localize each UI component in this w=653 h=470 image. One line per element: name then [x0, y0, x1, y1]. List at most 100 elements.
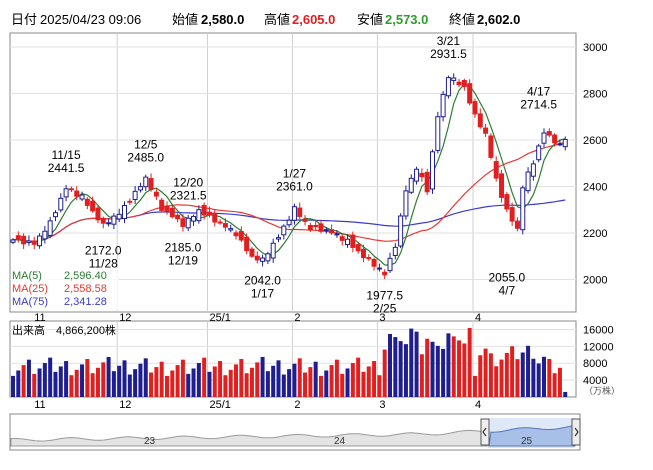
- volume-bar: [547, 359, 552, 397]
- candle-body: [111, 215, 117, 225]
- volume-bar: [563, 391, 568, 397]
- candle-body: [536, 145, 542, 161]
- candle-body: [360, 248, 366, 259]
- volume-bar: [149, 372, 154, 397]
- volume-bar: [403, 344, 408, 397]
- low-label: 安値: [357, 12, 383, 27]
- annotation-value: 2185.0: [165, 240, 202, 254]
- candle-body: [100, 217, 106, 224]
- volume-bar: [483, 348, 488, 397]
- volume-bar: [175, 365, 180, 397]
- volume-bar: [287, 369, 292, 397]
- candle-body: [260, 257, 266, 262]
- volume-bar: [446, 333, 451, 397]
- candle-body: [265, 253, 271, 262]
- volume-bar: [504, 352, 509, 397]
- candle-body: [286, 219, 292, 226]
- candle-body: [281, 225, 287, 236]
- volume-bar: [26, 359, 31, 397]
- volume-tick-label: 16000: [583, 324, 614, 336]
- header: 日付 2025/04/23 09:06 始値 2,580.0 高値 2,605.…: [11, 12, 520, 27]
- volume-bar: [510, 346, 515, 397]
- month-label: 2: [294, 312, 300, 324]
- annotation-date: 4/7: [498, 284, 515, 298]
- candle-body: [461, 80, 467, 87]
- volume-bar: [297, 358, 302, 397]
- annotation-value: 2714.5: [520, 97, 557, 111]
- candle-body: [26, 240, 32, 243]
- price-tick-label: 2800: [583, 88, 607, 100]
- high-value: 2,605.0: [292, 12, 335, 27]
- volume-bar: [106, 356, 111, 397]
- candle-body: [392, 246, 398, 257]
- candle-body: [169, 207, 175, 218]
- volume-bar: [457, 340, 462, 397]
- annotation-date: 1/27: [283, 167, 307, 181]
- candle-body: [552, 134, 558, 144]
- volume-bar: [303, 372, 308, 397]
- candle-body: [233, 232, 239, 237]
- annotation-value: 2441.5: [48, 161, 85, 175]
- volume-bar: [143, 358, 148, 397]
- candle-body: [334, 233, 340, 236]
- volume-bar: [499, 359, 504, 397]
- candle-body: [451, 77, 457, 81]
- volume-bar: [48, 357, 53, 397]
- ma25-legend-label: MA(25): [12, 283, 48, 295]
- candle-body: [429, 151, 435, 190]
- candle-body: [488, 135, 494, 158]
- volume-bar: [430, 341, 435, 397]
- navigator-label-23: 23: [144, 436, 156, 447]
- candle-body: [456, 81, 462, 86]
- candle-body: [270, 242, 276, 259]
- volume-bar: [21, 365, 26, 397]
- candle-body: [201, 205, 207, 216]
- ma-legend: MA(5) 2,596.40 MA(25) 2,558.58 MA(75) 2,…: [11, 268, 119, 310]
- candle-body: [148, 178, 154, 190]
- candle-body: [122, 205, 128, 220]
- volume-bar: [467, 327, 472, 397]
- candle-body: [164, 205, 170, 212]
- volume-axis: 400080001200016000: [583, 324, 614, 387]
- volume-bar: [218, 361, 223, 397]
- volume-bar: [372, 361, 377, 397]
- candle-body: [493, 161, 499, 179]
- navigator-left-handle[interactable]: [480, 418, 490, 446]
- volume-bar: [164, 375, 169, 397]
- candle-body: [159, 199, 165, 211]
- candle-body: [525, 171, 531, 192]
- candle-body: [106, 222, 112, 225]
- candle-body: [472, 101, 478, 115]
- candle-body: [127, 200, 133, 203]
- volume-bar: [186, 373, 191, 397]
- volume-unit: （万株）: [584, 385, 620, 396]
- annotation-date: 1/17: [251, 287, 275, 301]
- close-label: 終値: [449, 12, 475, 27]
- candle-body: [143, 176, 149, 188]
- volume-bar: [64, 361, 69, 397]
- volume-bar: [133, 369, 138, 397]
- navigator-label-25: 25: [521, 436, 533, 447]
- volume-bar: [393, 337, 398, 397]
- volume-bar: [366, 366, 371, 397]
- volume-bar: [111, 371, 116, 397]
- volume-bar: [74, 369, 79, 397]
- volume-bar: [478, 355, 483, 397]
- candle-body: [196, 209, 202, 222]
- candle-body: [387, 257, 393, 272]
- candle-body: [153, 191, 159, 197]
- candle-body: [414, 168, 420, 182]
- volume-bar: [329, 365, 334, 397]
- navigator-right-handle[interactable]: [571, 418, 581, 446]
- candle-body: [52, 212, 58, 218]
- candle-body: [74, 190, 80, 197]
- candle-body: [483, 127, 489, 134]
- navigator-label-24: 24: [334, 436, 346, 447]
- volume-bar: [255, 362, 260, 397]
- candle-body: [345, 238, 351, 246]
- candle-body: [562, 138, 568, 148]
- candle-body: [175, 214, 181, 220]
- volume-bar: [180, 359, 185, 397]
- candle-body: [541, 132, 547, 144]
- volume-tick-label: 8000: [583, 358, 607, 370]
